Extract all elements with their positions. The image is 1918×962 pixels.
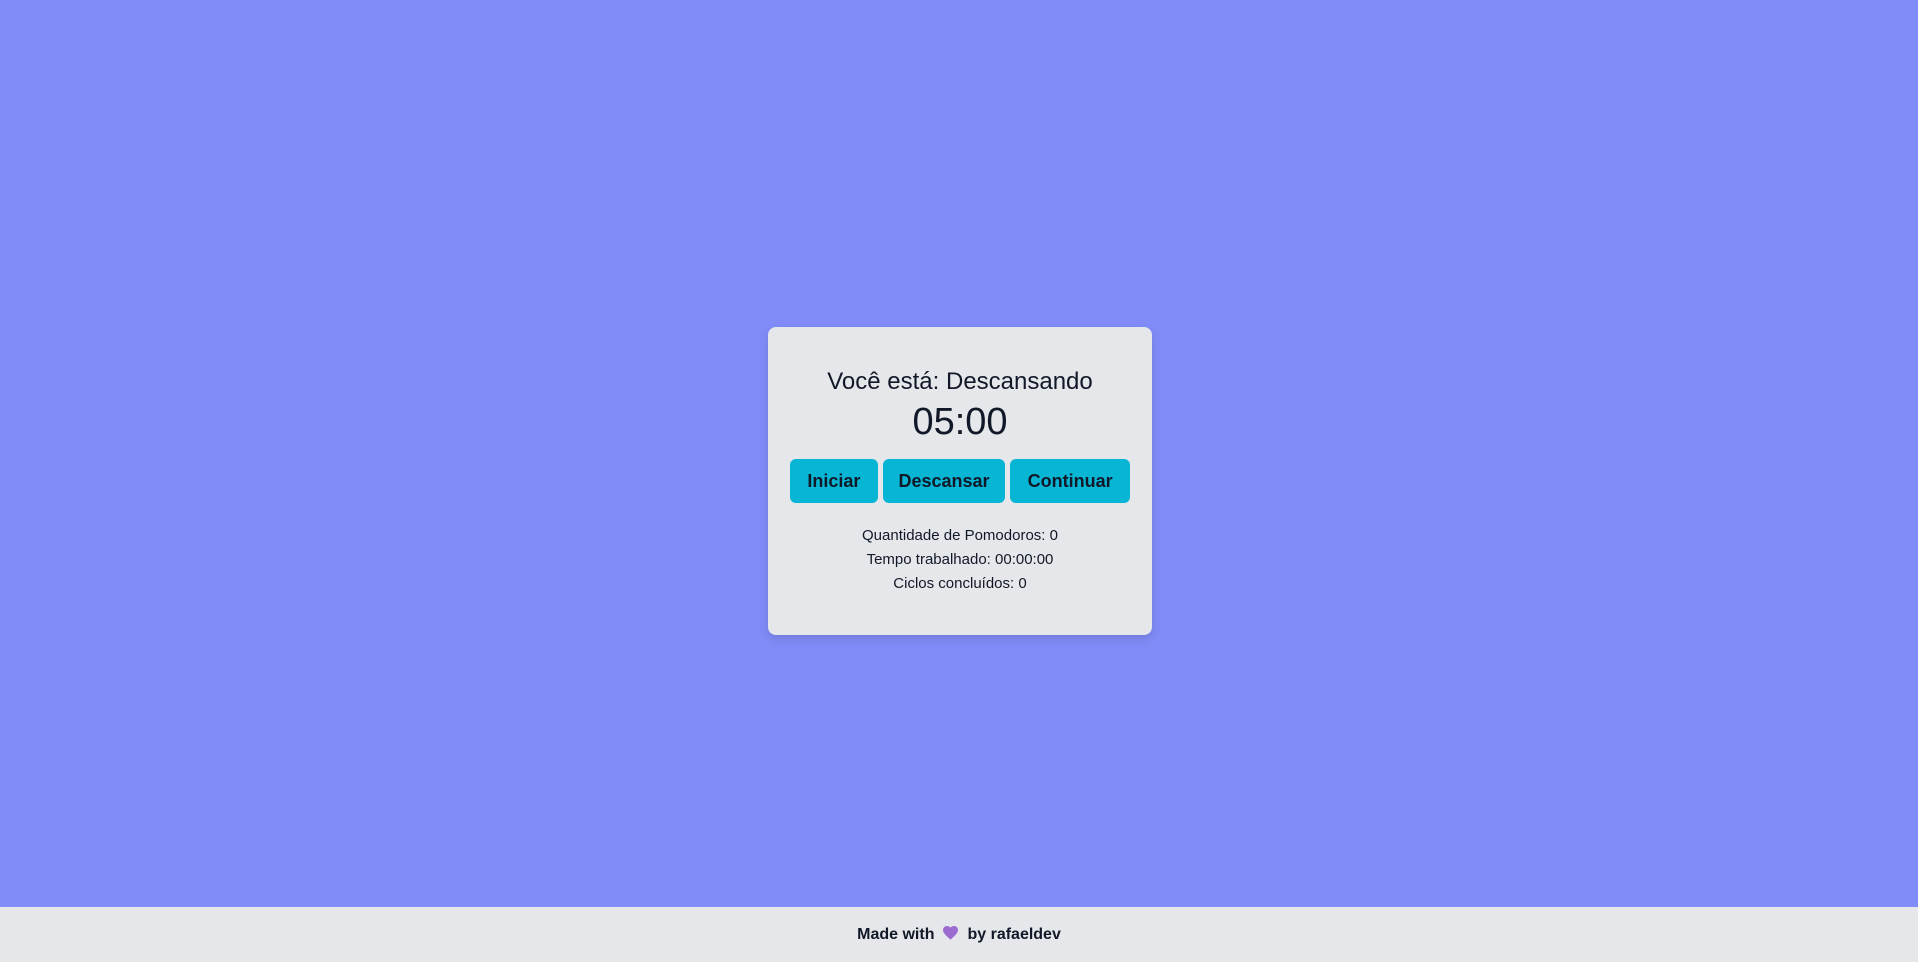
cycles-completed: Ciclos concluídos: 0 bbox=[768, 572, 1152, 596]
state-line: Você está: Descansando bbox=[768, 367, 1152, 397]
worked-time: Tempo trabalhado: 00:00:00 bbox=[768, 548, 1152, 572]
state-label: Você está: bbox=[827, 368, 940, 395]
pomodoros-label: Quantidade de Pomodoros: bbox=[862, 527, 1046, 544]
stats: Quantidade de Pomodoros: 0 Tempo trabalh… bbox=[768, 524, 1152, 596]
footer: Made with by rafaeldev bbox=[0, 907, 1918, 962]
footer-made-with: Made with bbox=[857, 925, 935, 943]
pomodoro-card: Você está: Descansando 05:00 Iniciar Des… bbox=[768, 327, 1152, 635]
pomodoros-count: Quantidade de Pomodoros: 0 bbox=[768, 524, 1152, 548]
worked-value: 00:00:00 bbox=[995, 551, 1054, 568]
rest-button[interactable]: Descansar bbox=[882, 459, 1006, 503]
controls: Iniciar Descansar Continuar bbox=[790, 459, 1130, 503]
start-button[interactable]: Iniciar bbox=[790, 459, 878, 503]
cycles-value: 0 bbox=[1018, 575, 1027, 592]
pomodoros-value: 0 bbox=[1049, 527, 1058, 544]
heart-icon bbox=[942, 925, 959, 945]
timer-display: 05:00 bbox=[912, 401, 1008, 443]
continue-button[interactable]: Continuar bbox=[1010, 459, 1130, 503]
state-value: Descansando bbox=[945, 368, 1093, 395]
worked-label: Tempo trabalhado: bbox=[866, 551, 991, 568]
cycles-label: Ciclos concluídos: bbox=[893, 575, 1015, 592]
footer-author: by rafaeldev bbox=[967, 925, 1061, 943]
